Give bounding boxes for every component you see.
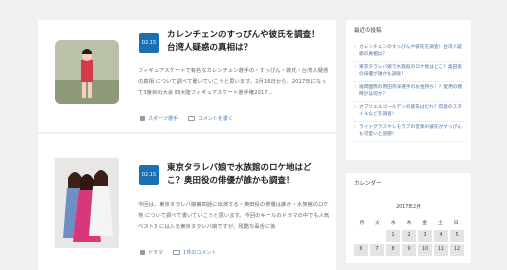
calendar-day[interactable]: 7 (370, 244, 384, 256)
article-list: 02.15 カレンチェンのすっぴんや彼氏を調査！台湾人疑惑の真相は？ フィギュア… (38, 20, 336, 270)
calendar-day[interactable]: 9 (402, 244, 416, 256)
calendar-day[interactable]: 11 (434, 244, 448, 256)
recent-post-link[interactable]: カレンチェンのすっぴんや彼氏を調査！台湾人疑惑の真相は？ (354, 42, 466, 62)
calendar-day (354, 230, 368, 242)
category-link[interactable]: ドラマ (148, 249, 163, 256)
calendar-day[interactable]: 1 (386, 230, 400, 242)
article-meta: スポーツ選手 コメントを書く (140, 115, 233, 122)
calendar-day[interactable]: 12 (450, 244, 464, 256)
calendar-day[interactable]: 4 (434, 230, 448, 242)
calendar-weekday: 金 (422, 221, 428, 226)
recent-posts-list: カレンチェンのすっぴんや彼氏を調査！台湾人疑惑の真相は？ 東京タラレバ娘で水族館… (354, 42, 466, 142)
calendar-week-row: 1 2 3 4 5 (354, 230, 464, 242)
widget-title: 最近の投稿 (354, 28, 382, 34)
recent-post-link[interactable]: カブリエルゴールデンの彼氏はだれ？得意のスタイルなどを調査！ (354, 102, 466, 122)
article-thumbnail[interactable] (55, 158, 119, 248)
calendar-weekday: 日 (453, 221, 459, 226)
calendar-day[interactable]: 6 (354, 244, 368, 256)
article-excerpt: フィギュアスケートで有名なカレンチェン選手の・すっぴん・彼氏・台湾人疑惑の真相 … (138, 68, 329, 96)
date-badge: 02.15 (139, 33, 159, 53)
comment-link[interactable]: コメントを書く (198, 115, 233, 122)
folder-icon (140, 250, 145, 255)
calendar-day[interactable]: 5 (450, 230, 464, 242)
article-card[interactable]: 02.15 東京タラレバ娘で水族館のロケ地はどこ？奥田役の俳優が誰かも調査！ 今… (38, 134, 336, 270)
date-badge: 02.15 (139, 165, 159, 185)
calendar-day[interactable]: 2 (402, 230, 416, 242)
comment-link[interactable]: 1件のコメント (183, 249, 216, 256)
article-meta: ドラマ 1件のコメント (140, 249, 216, 256)
calendar-header-row: 月 火 水 木 金 土 日 (354, 219, 464, 226)
calendar-weekday: 水 (390, 221, 396, 226)
category-link[interactable]: スポーツ選手 (148, 115, 178, 122)
comment-icon (187, 116, 195, 121)
calendar-day[interactable]: 10 (418, 244, 432, 256)
calendar-day[interactable]: 3 (418, 230, 432, 242)
calendar-week-row: 6 7 8 9 10 11 12 (354, 244, 464, 256)
sidebar: 最近の投稿 カレンチェンのすっぴんや彼氏を調査！台湾人疑惑の真相は？ 東京タラレ… (346, 20, 471, 263)
recent-posts-widget: 最近の投稿 カレンチェンのすっぴんや彼氏を調査！台湾人疑惑の真相は？ 東京タラレ… (346, 20, 471, 160)
calendar-weekday: 土 (438, 221, 443, 226)
calendar-weekday: 木 (406, 221, 412, 226)
recent-post-link[interactable]: 東京タラレバ娘で水族館のロケ地はどこ？奥田役の俳優が誰かも調査！ (354, 62, 466, 82)
article-title[interactable]: 東京タラレバ娘で水族館のロケ地はどこ？奥田役の俳優が誰かも調査！ (167, 162, 327, 188)
calendar-weekday: 月 (359, 221, 365, 226)
article-title[interactable]: カレンチェンのすっぴんや彼氏を調査！台湾人疑惑の真相は？ (167, 29, 327, 55)
calendar-day[interactable]: 8 (386, 244, 400, 256)
calendar-day (370, 230, 384, 242)
calendar-caption: 2017年2月 (396, 205, 421, 210)
widget-title: カレンダー (354, 181, 382, 187)
folder-icon (140, 116, 145, 121)
calendar-weekday: 火 (375, 221, 380, 226)
article-thumbnail[interactable] (55, 40, 119, 104)
article-card[interactable]: 02.15 カレンチェンのすっぴんや彼氏を調査！台湾人疑惑の真相は？ フィギュア… (38, 20, 336, 132)
recent-post-link[interactable]: ライトグラスやシモラブの音楽の彼氏がすっぴんも可愛いと話題！ (354, 122, 466, 142)
article-excerpt: 今回は、東京タラレバ娘第四話に出演する・奥田役の俳優は誰か・水族館のロケ地 につ… (138, 202, 330, 230)
recent-post-link[interactable]: 福岡國際の原田宗洋選手のお金持ち！？愛用の腕時計は何か？ (354, 82, 466, 102)
calendar-widget: カレンダー 2017年2月 月 火 水 木 金 土 日 1 2 3 4 5 6 … (346, 173, 471, 263)
comment-icon (173, 250, 181, 255)
